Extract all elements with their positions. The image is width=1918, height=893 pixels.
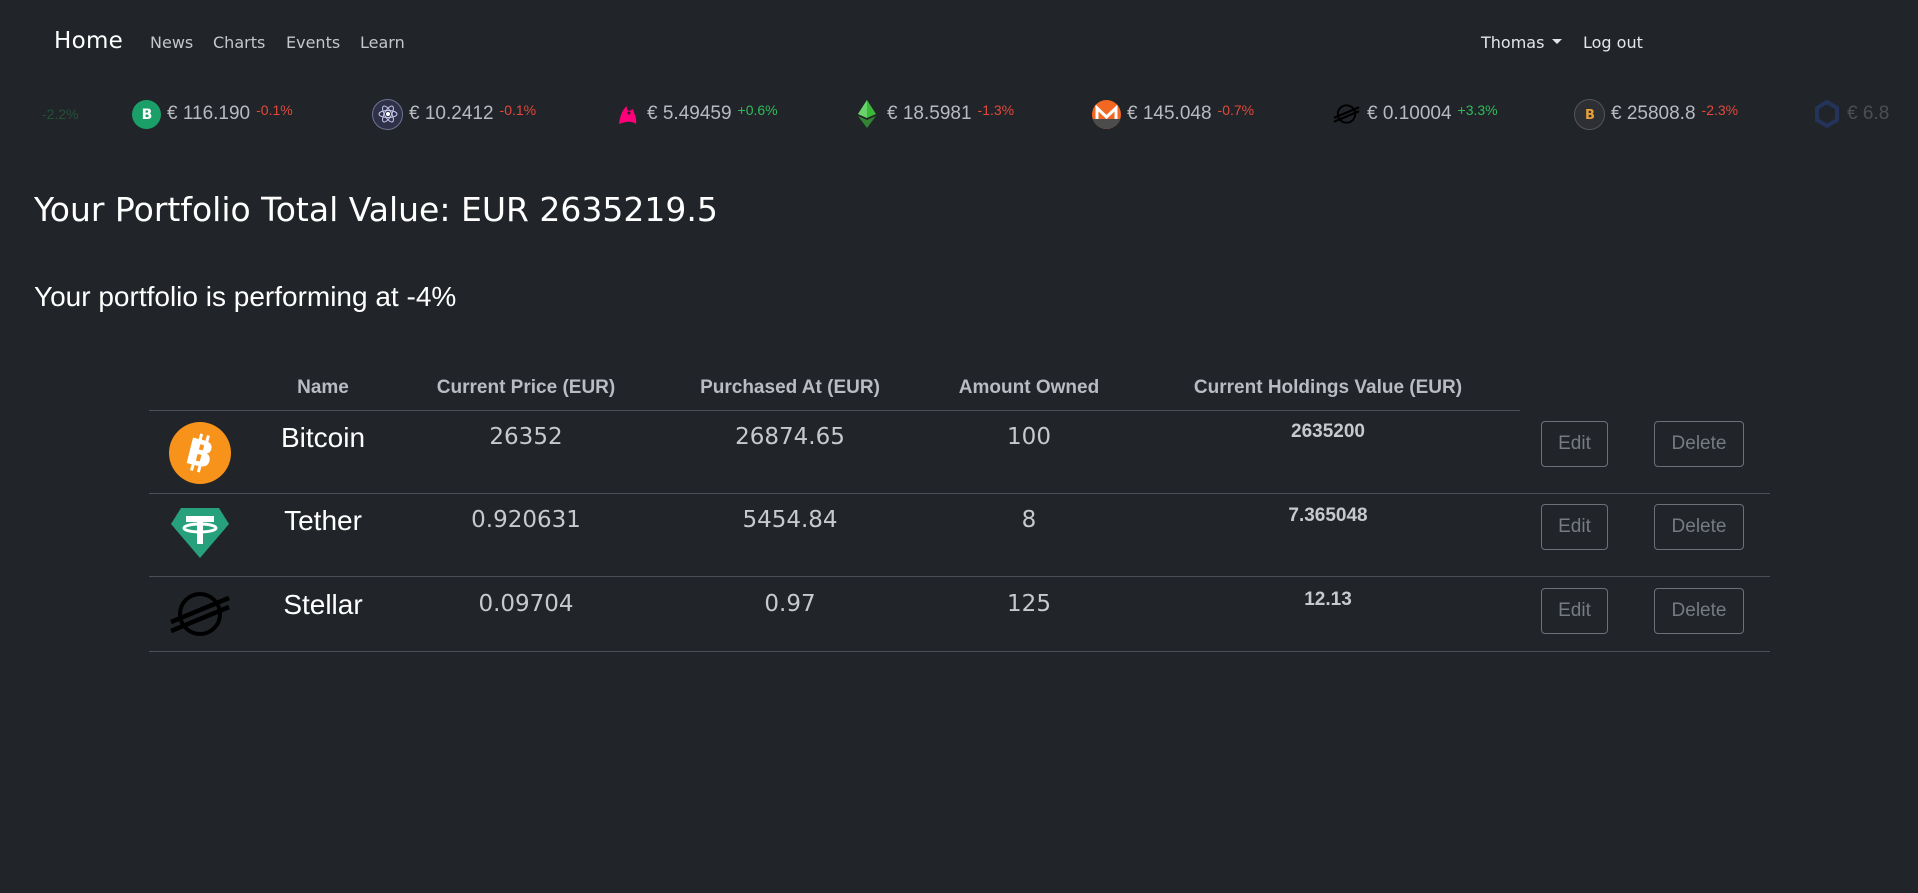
current-price: 0.920631 <box>471 507 581 533</box>
caret-down-icon <box>1552 39 1563 44</box>
ticker-price: € 18.5981 <box>887 103 972 124</box>
ticker-price: € 10.2412 <box>409 103 494 124</box>
column-header-holdings-value: Current Holdings Value (EUR) <box>1193 377 1463 398</box>
coin-name: Stellar <box>283 589 363 620</box>
stellar-icon <box>1332 100 1361 129</box>
monero-icon <box>1092 99 1121 129</box>
user-menu-dropdown[interactable]: Thomas <box>1481 33 1563 52</box>
row-divider <box>149 576 1770 577</box>
bitcoin-sv-icon: B <box>1574 98 1605 130</box>
delete-button[interactable]: Delete <box>1654 504 1744 550</box>
ticker-change: -0.7% <box>1217 102 1255 118</box>
holdings-value: 12.13 <box>1304 589 1352 610</box>
svg-text:B: B <box>1585 108 1595 123</box>
ticker-item[interactable]: B € 25808.8 -2.3% <box>1574 92 1738 136</box>
ticker-price: € 6.8 <box>1847 103 1890 124</box>
purchased-at: 26874.65 <box>735 424 845 450</box>
ticker-item[interactable]: B € 116.190 -0.1% <box>132 92 293 136</box>
ticker-change: +0.6% <box>737 102 778 118</box>
purchased-at: 5454.84 <box>742 507 838 533</box>
ticker-item[interactable]: € 0.10004 +3.3% <box>1332 92 1498 136</box>
delete-button[interactable]: Delete <box>1654 588 1744 634</box>
ticker-change: -2.2% <box>42 106 79 122</box>
home-link[interactable]: Home <box>54 28 123 54</box>
column-header-purchased-at: Purchased At (EUR) <box>700 377 880 398</box>
ticker-change: -0.1% <box>499 102 537 118</box>
ticker-item[interactable]: € 145.048 -0.7% <box>1092 92 1254 136</box>
tether-icon <box>169 504 231 566</box>
ticker-item[interactable]: € 6.8 <box>1812 92 1889 136</box>
edit-button[interactable]: Edit <box>1541 421 1608 467</box>
ticker-price: € 5.49459 <box>647 103 732 124</box>
bitcoin-cash-icon: B <box>132 99 161 129</box>
price-ticker: -2.2% B € 116.190 -0.1% € 10.2412 -0.1% … <box>0 92 1918 136</box>
nav-link-news[interactable]: News <box>150 33 193 52</box>
ticker-price: € 25808.8 <box>1611 103 1696 124</box>
amount-owned: 8 <box>1021 507 1037 533</box>
svg-text:B: B <box>141 107 152 123</box>
amount-owned: 125 <box>1007 591 1051 617</box>
ticker-change: -1.3% <box>977 102 1015 118</box>
current-price: 26352 <box>489 424 563 450</box>
user-menu-label: Thomas <box>1481 33 1545 52</box>
ticker-price: € 116.190 <box>167 103 251 124</box>
stellar-icon <box>167 584 230 646</box>
holdings-value: 2635200 <box>1291 421 1365 442</box>
uniswap-icon <box>612 100 641 129</box>
header-divider <box>149 410 1520 411</box>
delete-button[interactable]: Delete <box>1654 421 1744 467</box>
coin-name: Bitcoin <box>280 422 366 453</box>
ticker-price: € 145.048 <box>1127 103 1212 124</box>
purchased-at: 0.97 <box>764 591 816 617</box>
edit-button[interactable]: Edit <box>1541 504 1608 550</box>
ethereum-classic-icon <box>852 100 881 129</box>
ticker-item[interactable]: € 18.5981 -1.3% <box>852 92 1014 136</box>
ticker-item[interactable]: € 5.49459 +0.6% <box>612 92 778 136</box>
bitcoin-icon: B <box>169 422 231 484</box>
row-divider <box>149 493 1770 494</box>
ticker-change: -2.3% <box>1701 102 1739 118</box>
logout-link[interactable]: Log out <box>1583 33 1643 52</box>
ticker-change: -0.1% <box>256 102 293 118</box>
current-price: 0.09704 <box>478 591 574 617</box>
column-header-amount-owned: Amount Owned <box>958 377 1100 398</box>
cosmos-icon <box>372 98 403 130</box>
ticker-item[interactable]: € 10.2412 -0.1% <box>372 92 536 136</box>
ticker-item[interactable]: -2.2% <box>36 92 79 136</box>
table-bottom-divider <box>149 651 1770 652</box>
chainlink-icon <box>1812 100 1841 129</box>
nav-link-events[interactable]: Events <box>286 33 340 52</box>
holdings-value: 7.365048 <box>1288 505 1368 526</box>
amount-owned: 100 <box>1007 424 1051 450</box>
ticker-change: +3.3% <box>1457 102 1498 118</box>
portfolio-total-value: Your Portfolio Total Value: EUR 2635219.… <box>34 190 718 229</box>
column-header-current-price: Current Price (EUR) <box>436 377 616 398</box>
nav-link-charts[interactable]: Charts <box>213 33 265 52</box>
navbar: Home News Charts Events Learn Thomas Log… <box>0 0 1918 86</box>
coin-name: Tether <box>284 505 362 536</box>
edit-button[interactable]: Edit <box>1541 588 1608 634</box>
portfolio-performance: Your portfolio is performing at -4% <box>34 281 457 312</box>
nav-link-learn[interactable]: Learn <box>360 33 405 52</box>
column-header-name: Name <box>297 377 349 398</box>
ticker-price: € 0.10004 <box>1367 103 1452 124</box>
